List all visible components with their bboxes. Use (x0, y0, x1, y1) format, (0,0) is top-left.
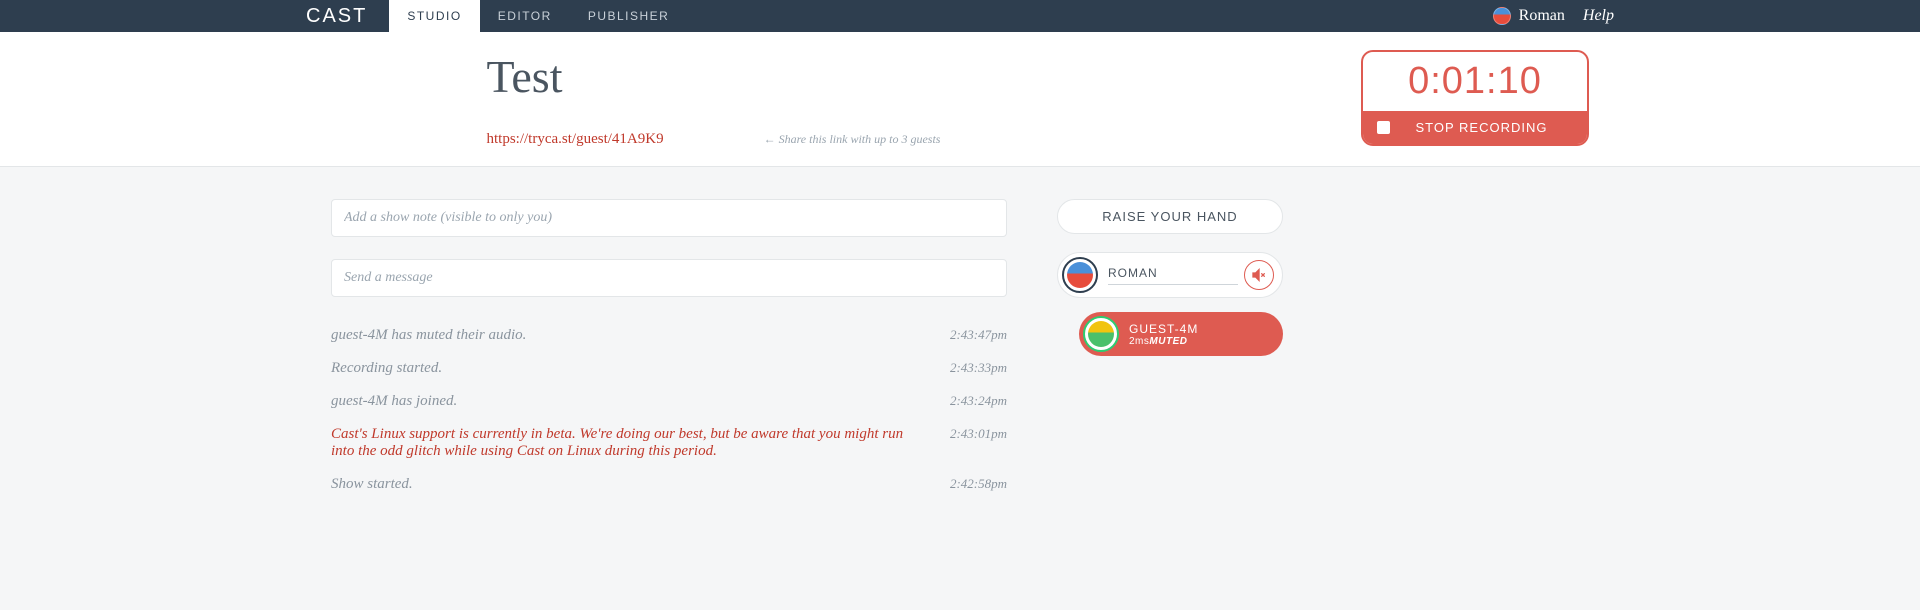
stop-label: STOP RECORDING (1390, 120, 1573, 135)
log-row: guest-4M has joined.2:43:24pm (331, 385, 1007, 418)
participant-name: GUEST-4M (1129, 322, 1275, 336)
stop-icon (1377, 121, 1390, 134)
avatar-icon (1083, 316, 1119, 352)
speaker-mute-icon (1251, 267, 1267, 283)
log-text: Show started. (331, 476, 950, 493)
guest-link[interactable]: https://tryca.st/guest/41A9K9 (487, 131, 664, 148)
side-column: RAISE YOUR HAND ROMAN (1057, 199, 1283, 370)
activity-log: guest-4M has muted their audio.2:43:47pm… (331, 319, 1007, 501)
participant-name: ROMAN (1108, 266, 1238, 280)
avatar-icon (1062, 257, 1098, 293)
timer-value: 0:01:10 (1363, 52, 1587, 111)
log-time: 2:43:47pm (950, 327, 1007, 344)
avatar-icon (1493, 7, 1511, 25)
participant-status: 2msMUTED (1129, 336, 1275, 347)
message-input[interactable] (331, 259, 1007, 297)
tab-studio[interactable]: STUDIO (389, 0, 479, 32)
log-time: 2:43:01pm (950, 426, 1007, 460)
page-header: Test https://tryca.st/guest/41A9K9 ← Sha… (0, 32, 1920, 167)
log-text: Recording started. (331, 360, 950, 377)
brand-logo[interactable]: CAST (306, 5, 367, 28)
nav-right: Roman Help (1493, 7, 1614, 25)
log-text: Cast's Linux support is currently in bet… (331, 426, 950, 460)
log-time: 2:43:24pm (950, 393, 1007, 410)
raise-hand-button[interactable]: RAISE YOUR HAND (1057, 199, 1283, 234)
share-hint: ← Share this link with up to 3 guests (764, 132, 941, 147)
help-link[interactable]: Help (1583, 7, 1614, 25)
timer-box: 0:01:10 STOP RECORDING (1361, 50, 1589, 146)
show-note-input[interactable] (331, 199, 1007, 237)
stop-recording-button[interactable]: STOP RECORDING (1363, 111, 1587, 144)
log-row: guest-4M has muted their audio.2:43:47pm (331, 319, 1007, 352)
tab-publisher[interactable]: PUBLISHER (570, 0, 688, 32)
user-name: Roman (1519, 7, 1565, 25)
tab-editor[interactable]: EDITOR (480, 0, 570, 32)
log-text: guest-4M has muted their audio. (331, 327, 950, 344)
log-row: Show started.2:42:58pm (331, 468, 1007, 501)
log-time: 2:42:58pm (950, 476, 1007, 493)
nav-tabs: STUDIO EDITOR PUBLISHER (389, 0, 687, 32)
main-column: guest-4M has muted their audio.2:43:47pm… (331, 199, 1007, 501)
log-text: guest-4M has joined. (331, 393, 950, 410)
page-title: Test (487, 50, 1434, 103)
log-row: Recording started.2:43:33pm (331, 352, 1007, 385)
user-menu[interactable]: Roman (1493, 7, 1565, 25)
participant-host[interactable]: ROMAN (1057, 252, 1283, 298)
navbar: CAST STUDIO EDITOR PUBLISHER Roman Help (0, 0, 1920, 32)
participant-guest[interactable]: GUEST-4M 2msMUTED (1079, 312, 1283, 356)
log-row: Cast's Linux support is currently in bet… (331, 418, 1007, 468)
mute-button[interactable] (1244, 260, 1274, 290)
log-time: 2:43:33pm (950, 360, 1007, 377)
